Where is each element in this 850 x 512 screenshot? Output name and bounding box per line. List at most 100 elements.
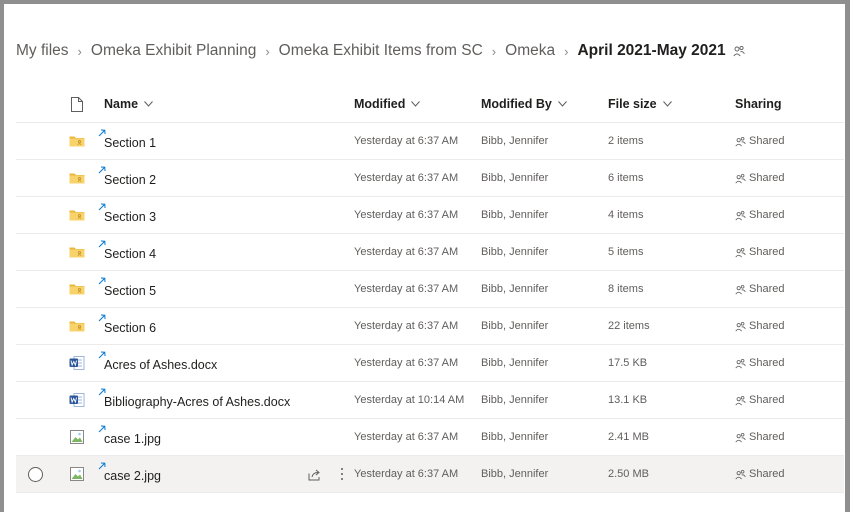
new-item-indicator-icon	[98, 240, 106, 248]
modified-by-cell: Bibb, Jennifer	[481, 172, 549, 184]
file-size-cell: 2.50 MB	[608, 468, 649, 480]
breadcrumb: My files › Omeka Exhibit Planning › Omek…	[16, 38, 745, 64]
file-name-cell: Section 4	[98, 234, 354, 270]
sharing-cell[interactable]: Shared	[735, 320, 835, 332]
modified-by-cell: Bibb, Jennifer	[481, 246, 549, 258]
sharing-cell[interactable]: Shared	[735, 246, 835, 258]
sharing-label: Shared	[749, 283, 785, 295]
chevron-right-icon: ›	[77, 43, 82, 59]
modified-by-cell: Bibb, Jennifer	[481, 394, 549, 406]
file-size-cell: 22 items	[608, 320, 650, 332]
column-header-name[interactable]: Name	[100, 86, 354, 122]
more-options-icon[interactable]	[340, 467, 344, 481]
share-icon[interactable]	[308, 468, 322, 481]
shared-people-icon	[735, 247, 746, 257]
file-type-header[interactable]	[54, 96, 100, 112]
new-item-indicator-icon	[98, 388, 106, 396]
column-file-size-label: File size	[608, 97, 657, 111]
sharing-cell[interactable]: Shared	[735, 468, 835, 480]
file-name-link[interactable]: Section 1	[104, 136, 156, 150]
file-name-link[interactable]: Section 3	[104, 210, 156, 224]
sharing-cell[interactable]: Shared	[735, 209, 835, 221]
folder-icon	[54, 283, 100, 295]
table-row[interactable]: Section 4 Yesterday at 6:37 AM Bibb, Jenni…	[16, 234, 844, 271]
new-item-indicator-icon	[98, 462, 106, 470]
modified-cell: Yesterday at 6:37 AM	[354, 431, 459, 443]
new-item-indicator-icon	[98, 166, 106, 174]
file-size-cell: 4 items	[608, 209, 644, 221]
modified-by-cell: Bibb, Jennifer	[481, 357, 549, 369]
shared-people-icon[interactable]	[733, 45, 745, 57]
shared-people-icon	[735, 321, 746, 331]
sharing-label: Shared	[749, 209, 785, 221]
column-header-modified-by[interactable]: Modified By	[481, 97, 608, 111]
file-name-link[interactable]: Section 2	[104, 173, 156, 187]
column-header-modified[interactable]: Modified	[354, 97, 481, 111]
breadcrumb-my-files[interactable]: My files	[16, 42, 69, 60]
sharing-cell[interactable]: Shared	[735, 135, 835, 147]
table-row[interactable]: Section 1 Yesterday at 6:37 AM Bibb, Jenni…	[16, 123, 844, 160]
folder-icon	[54, 246, 100, 258]
file-name-link[interactable]: Section 4	[104, 247, 156, 261]
file-size-cell: 13.1 KB	[608, 394, 648, 406]
column-name-label: Name	[104, 97, 139, 111]
file-rows: Section 1 Yesterday at 6:37 AM Bibb, Jenni…	[16, 123, 844, 493]
chevron-down-icon	[557, 101, 567, 107]
file-name-cell: case 1.jpg	[98, 419, 354, 455]
chevron-down-icon	[144, 101, 153, 107]
file-name-link[interactable]: Bibliography-Acres of Ashes.docx	[104, 395, 290, 409]
chevron-right-icon: ›	[491, 43, 497, 59]
file-size-cell: 8 items	[608, 283, 644, 295]
modified-cell: Yesterday at 10:14 AM	[354, 394, 465, 406]
table-row[interactable]: Section 5 Yesterday at 6:37 AM Bibb, Jenni…	[16, 271, 844, 308]
shared-people-icon	[735, 284, 746, 294]
table-row[interactable]: Section 6 Yesterday at 6:37 AM Bibb, Jenni…	[16, 308, 844, 345]
table-row[interactable]: Section 2 Yesterday at 6:37 AM Bibb, Jenni…	[16, 160, 844, 197]
breadcrumb-omeka[interactable]: Omeka	[505, 42, 555, 60]
sharing-label: Shared	[749, 357, 785, 369]
column-header-sharing[interactable]: Sharing	[735, 97, 835, 111]
file-name-link[interactable]: Section 5	[104, 284, 156, 298]
new-item-indicator-icon	[98, 203, 106, 211]
modified-cell: Yesterday at 6:37 AM	[354, 209, 459, 221]
modified-cell: Yesterday at 6:37 AM	[354, 468, 459, 480]
breadcrumb-omeka-exhibit-items[interactable]: Omeka Exhibit Items from SC	[279, 42, 483, 60]
sharing-label: Shared	[749, 135, 785, 147]
table-row[interactable]: case 2.jpg Yesterday at 6:37 AM Bibb, Jenn…	[16, 456, 844, 493]
modified-cell: Yesterday at 6:37 AM	[354, 357, 459, 369]
modified-cell: Yesterday at 6:37 AM	[354, 283, 459, 295]
file-type-icon	[71, 96, 83, 112]
row-select-checkbox[interactable]	[27, 466, 43, 482]
table-row[interactable]: Bibliography-Acres of Ashes.docx Yesterda…	[16, 382, 844, 419]
table-row[interactable]: case 1.jpg Yesterday at 6:37 AM Bibb, Jenn…	[16, 419, 844, 456]
sharing-cell[interactable]: Shared	[735, 172, 835, 184]
sharing-cell[interactable]: Shared	[735, 357, 835, 369]
sharing-label: Shared	[749, 431, 785, 443]
file-size-cell: 2.41 MB	[608, 431, 649, 443]
modified-cell: Yesterday at 6:37 AM	[354, 320, 459, 332]
new-item-indicator-icon	[98, 425, 106, 433]
table-row[interactable]: Acres of Ashes.docx Yesterday at 6:37 AM B…	[16, 345, 844, 382]
file-name-link[interactable]: case 2.jpg	[104, 469, 161, 483]
column-header-file-size[interactable]: File size	[608, 97, 735, 111]
file-name-cell: case 2.jpg	[98, 456, 354, 492]
file-name-link[interactable]: Acres of Ashes.docx	[104, 358, 217, 372]
sharing-cell[interactable]: Shared	[735, 431, 835, 443]
shared-people-icon	[735, 469, 746, 479]
column-header-row: Name Modified Modified By File size Shar…	[16, 86, 844, 123]
modified-by-cell: Bibb, Jennifer	[481, 135, 549, 147]
word-icon	[54, 392, 100, 408]
breadcrumb-omeka-exhibit-planning[interactable]: Omeka Exhibit Planning	[91, 42, 256, 60]
sharing-label: Shared	[749, 246, 785, 258]
new-item-indicator-icon	[98, 314, 106, 322]
file-name-link[interactable]: case 1.jpg	[104, 432, 161, 446]
file-name-link[interactable]: Section 6	[104, 321, 156, 335]
sharing-label: Shared	[749, 394, 785, 406]
sharing-cell[interactable]: Shared	[735, 283, 835, 295]
row-select-cell[interactable]	[16, 466, 54, 482]
sharing-cell[interactable]: Shared	[735, 394, 835, 406]
table-row[interactable]: Section 3 Yesterday at 6:37 AM Bibb, Jenni…	[16, 197, 844, 234]
modified-by-cell: Bibb, Jennifer	[481, 431, 549, 443]
chevron-down-icon	[411, 101, 421, 107]
file-name-cell: Section 3	[98, 197, 354, 233]
